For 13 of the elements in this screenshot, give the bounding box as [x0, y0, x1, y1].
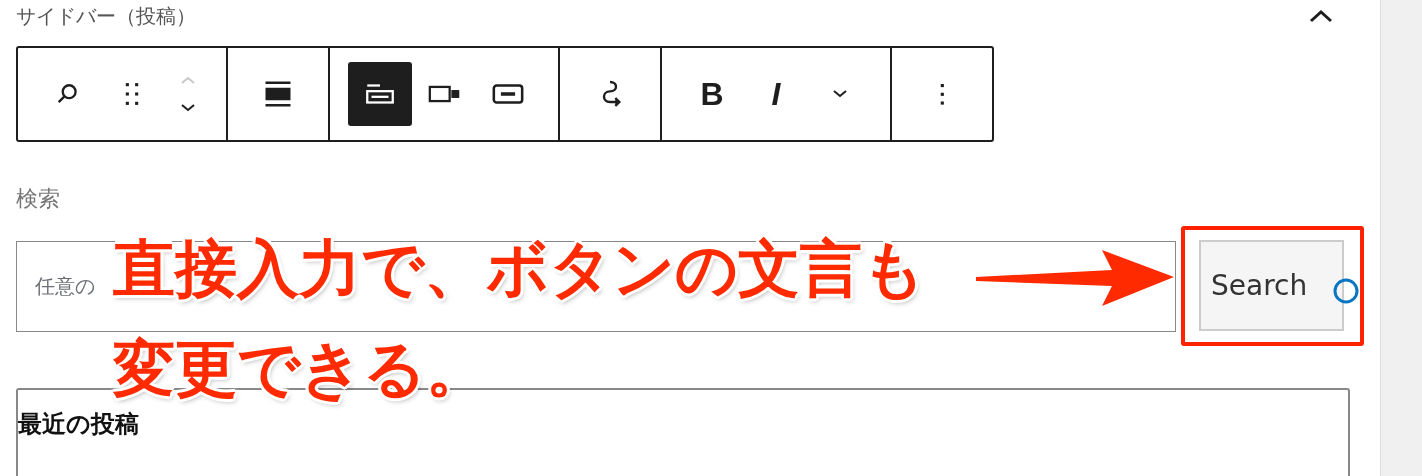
italic-button[interactable]: I	[744, 62, 808, 126]
search-label: 検索	[16, 185, 61, 213]
button-inside-button[interactable]	[348, 62, 412, 126]
panel-title: サイドバー（投稿）	[16, 2, 196, 30]
circle-icon	[1332, 277, 1360, 305]
bold-button[interactable]: B	[680, 62, 744, 126]
annotation-text: 変更できる。	[113, 338, 488, 400]
align-icon	[263, 79, 293, 109]
chevron-up-icon[interactable]	[1308, 8, 1334, 24]
recent-posts-heading: 最近の投稿	[18, 409, 139, 440]
annotation-text: 直接入力で、ボタンの文言も	[113, 238, 925, 300]
button-only-icon	[491, 82, 525, 106]
search-button[interactable]: Search	[1199, 240, 1344, 331]
